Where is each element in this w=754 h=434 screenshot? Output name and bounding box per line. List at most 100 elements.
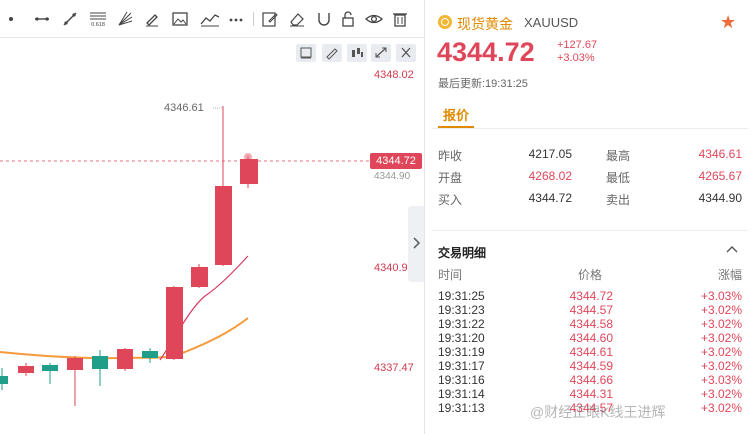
quote-value: 4346.61 — [698, 147, 742, 161]
tab-quote[interactable]: 报价 — [443, 105, 469, 124]
trade-time: 19:31:17 — [438, 359, 485, 373]
trade-change: +3.02% — [700, 317, 742, 331]
trade-change: +3.02% — [700, 331, 742, 345]
trade-change: +3.03% — [700, 289, 742, 303]
col-header-change: 涨幅 — [718, 268, 743, 282]
trade-change: +3.03% — [700, 373, 742, 387]
wave-icon[interactable] — [199, 10, 221, 28]
trade-price: 4344.61 — [569, 345, 613, 359]
trade-time: 19:31:25 — [438, 289, 485, 303]
change-percent: +3.03% — [557, 52, 595, 64]
trade-price: 4344.59 — [569, 359, 613, 373]
table-row: 19:31:17 4344.59 +3.02% — [426, 359, 754, 373]
price-axis-label: 4348.02 — [374, 69, 414, 81]
current-price-tag: 4344.72 — [370, 153, 422, 169]
trade-change: +3.02% — [700, 359, 742, 373]
last-updated: 最后更新:19:31:25 — [438, 78, 528, 90]
price-axis-label: 4337.47 — [374, 362, 414, 374]
candle — [142, 348, 158, 363]
quote-label: 昨收 — [438, 149, 463, 163]
image-icon[interactable] — [171, 10, 189, 28]
fan-icon[interactable] — [116, 10, 134, 28]
col-header-time: 时间 — [438, 268, 463, 282]
candle — [240, 153, 258, 188]
trade-change: +3.02% — [700, 303, 742, 317]
table-row: 19:31:16 4344.66 +3.03% — [426, 373, 754, 387]
panel-divider — [424, 0, 425, 434]
chevron-up-icon[interactable] — [725, 244, 739, 254]
toolbar-divider — [253, 12, 254, 26]
trade-price: 4344.57 — [569, 303, 613, 317]
trade-time: 19:31:14 — [438, 387, 485, 401]
col-header-price: 价格 — [578, 268, 603, 282]
chevron-right-icon — [413, 237, 421, 249]
table-row: 19:31:22 4344.58 +3.02% — [426, 317, 754, 331]
trade-change: +3.02% — [700, 387, 742, 401]
trade-time: 19:31:13 — [438, 401, 485, 415]
fullscreen-icon[interactable] — [371, 44, 391, 62]
divider — [432, 230, 748, 231]
candle — [117, 348, 133, 371]
quote-label: 最低 — [606, 171, 631, 185]
trade-price: 4344.72 — [569, 289, 613, 303]
trash-icon[interactable] — [391, 10, 409, 28]
trade-price: 4344.60 — [569, 331, 613, 345]
trades-title: 交易明细 — [438, 246, 487, 260]
candlestick-chart[interactable]: 4348.02 4344.90 4344.72 4340.98 4337.47 … — [0, 38, 424, 434]
trade-change: +3.02% — [700, 345, 742, 359]
candle — [92, 350, 108, 386]
trade-time: 19:31:20 — [438, 331, 485, 345]
gold-coin-icon — [438, 15, 452, 29]
table-row: 19:31:25 4344.72 +3.03% — [426, 289, 754, 303]
candle — [18, 363, 34, 376]
panel-toggle-button[interactable] — [408, 206, 424, 282]
trade-time: 19:31:19 — [438, 345, 485, 359]
lock-icon[interactable] — [339, 10, 357, 28]
trade-price: 4344.58 — [569, 317, 613, 331]
close-icon[interactable] — [396, 44, 416, 62]
quote-label: 最高 — [606, 149, 631, 163]
instrument-name: 现货黄金 — [457, 16, 513, 32]
more-icon[interactable] — [227, 10, 245, 28]
change-value: +127.67 — [557, 39, 598, 51]
fibonacci-icon[interactable]: 0.618 — [88, 10, 108, 28]
chart-canvas — [0, 106, 370, 406]
trade-price: 4344.66 — [569, 373, 613, 387]
trade-change: +3.02% — [700, 401, 742, 415]
quote-panel: 现货黄金 XAUUSD ★ 4344.72 +127.67 +3.03% 最后更… — [426, 0, 754, 434]
trade-time: 19:31:16 — [438, 373, 485, 387]
chart-settings-icon[interactable] — [296, 44, 316, 62]
candle — [67, 356, 83, 406]
eye-icon[interactable] — [365, 10, 383, 28]
indicator-icon[interactable] — [347, 44, 367, 62]
brush-icon[interactable] — [143, 10, 161, 28]
edit-icon[interactable] — [261, 10, 279, 28]
trade-time: 19:31:22 — [438, 317, 485, 331]
eraser-icon[interactable] — [288, 10, 306, 28]
chart-draw-icon[interactable] — [322, 44, 342, 62]
quote-value: 4268.02 — [528, 169, 572, 183]
divider — [432, 128, 748, 129]
trading-app: 0.618 4348.02 4344.90 4344.72 4340.98 43… — [0, 0, 754, 434]
quote-value: 4344.72 — [528, 191, 572, 205]
quote-value: 4344.90 — [698, 191, 742, 205]
horizontal-line-icon[interactable] — [33, 10, 51, 28]
favorite-star-icon[interactable]: ★ — [720, 12, 736, 33]
instrument-code: XAUUSD — [524, 15, 579, 30]
candle — [0, 368, 8, 390]
price-change: +127.67 +3.03% — [557, 39, 597, 65]
trade-price: 4344.31 — [569, 387, 613, 401]
price-axis-sub-label: 4344.90 — [374, 171, 411, 182]
candle — [42, 363, 58, 384]
candle — [191, 264, 208, 288]
trade-time: 19:31:23 — [438, 303, 485, 317]
drawing-toolbar: 0.618 — [0, 0, 424, 38]
high-price-label: 4346.61 — [164, 102, 204, 114]
diagonal-line-icon[interactable] — [61, 10, 79, 28]
quote-value: 4265.67 — [698, 169, 742, 183]
candle — [215, 106, 232, 266]
table-row: 19:31:14 4344.31 +3.02% — [426, 387, 754, 401]
magnet-icon[interactable] — [315, 10, 333, 28]
watermark: @财经正眼K线王进辉 — [530, 404, 666, 420]
dot-icon[interactable] — [2, 10, 20, 28]
